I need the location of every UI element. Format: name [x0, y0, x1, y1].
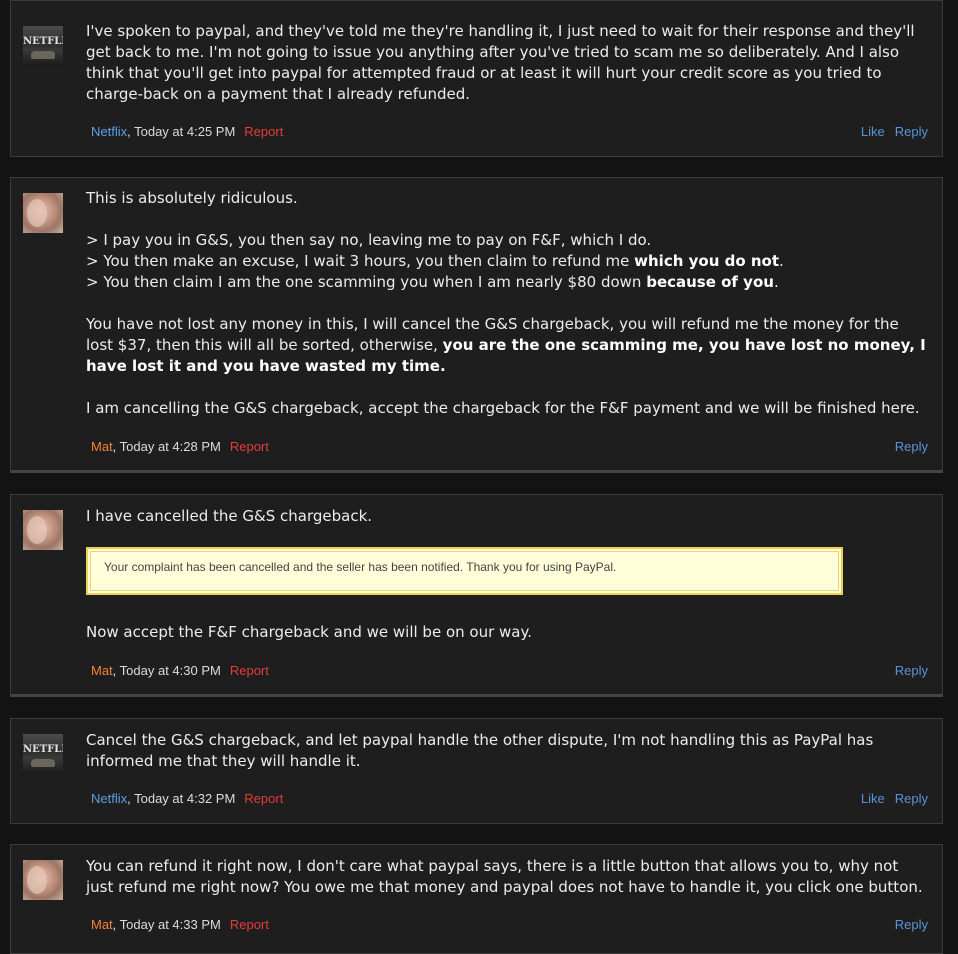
bold-text: which you do not	[634, 252, 780, 270]
reply-link[interactable]: Reply	[895, 791, 928, 806]
author-link[interactable]: Netflix	[91, 791, 127, 806]
post-timestamp[interactable]: , Today at 4:28 PM	[113, 439, 221, 454]
post-timestamp[interactable]: , Today at 4:32 PM	[127, 791, 235, 806]
report-link[interactable]: Report	[230, 439, 269, 454]
bold-text: because of you	[646, 273, 774, 291]
like-link[interactable]: Like	[861, 124, 885, 139]
netflix-logo-text: NETFLIX	[23, 744, 63, 755]
post-timestamp[interactable]: , Today at 4:33 PM	[113, 917, 221, 932]
avatar-netflix[interactable]: NETFLIX	[23, 734, 63, 774]
embedded-screenshot-notice: Your complaint has been cancelled and th…	[86, 547, 843, 595]
post-paragraph: Now accept the F&F chargeback and we wil…	[86, 623, 532, 641]
notice-text: Your complaint has been cancelled and th…	[104, 560, 617, 574]
post-body: You can refund it right now, I don't car…	[86, 856, 930, 898]
like-link[interactable]: Like	[861, 791, 885, 806]
post-meta: Mat, Today at 4:30 PM Report	[91, 663, 269, 678]
avatar-mat[interactable]	[23, 510, 63, 550]
reply-link[interactable]: Reply	[895, 663, 928, 678]
post-paragraph: > I pay you in G&S, you then say no, lea…	[86, 230, 930, 293]
post-actions: Reply	[895, 917, 928, 932]
post-meta: Mat, Today at 4:33 PM Report	[91, 917, 269, 932]
report-link[interactable]: Report	[244, 124, 283, 139]
post-body: I have cancelled the G&S chargeback.	[86, 506, 930, 527]
post-text: Cancel the G&S chargeback, and let paypa…	[86, 731, 874, 770]
post-body: I've spoken to paypal, and they've told …	[86, 21, 930, 105]
avatar-mat[interactable]	[23, 860, 63, 900]
post-text: I've spoken to paypal, and they've told …	[86, 22, 915, 103]
quote-line: > You then claim I am the one scamming y…	[86, 273, 647, 291]
post-actions: Like Reply	[861, 124, 928, 139]
report-link[interactable]: Report	[230, 917, 269, 932]
post-paragraph: I have cancelled the G&S chargeback.	[86, 507, 373, 525]
avatar-netflix[interactable]: NETFLIX	[23, 26, 63, 66]
author-link[interactable]: Mat	[91, 439, 113, 454]
post-meta: Mat, Today at 4:28 PM Report	[91, 439, 269, 454]
netflix-logo-text: NETFLIX	[23, 36, 63, 47]
car-icon	[31, 759, 55, 767]
car-icon	[31, 51, 55, 59]
report-link[interactable]: Report	[244, 791, 283, 806]
quote-line: > You then make an excuse, I wait 3 hour…	[86, 252, 635, 270]
quote-line: > I pay you in G&S, you then say no, lea…	[86, 231, 652, 249]
post-actions: Like Reply	[861, 791, 928, 806]
post-text: You can refund it right now, I don't car…	[86, 857, 923, 896]
post-meta: Netflix, Today at 4:25 PM Report	[91, 124, 283, 139]
post-body: Cancel the G&S chargeback, and let paypa…	[86, 730, 930, 772]
post-mat-3: You can refund it right now, I don't car…	[10, 844, 943, 954]
post-netflix-2: NETFLIX Cancel the G&S chargeback, and l…	[10, 718, 943, 824]
post-timestamp[interactable]: , Today at 4:30 PM	[113, 663, 221, 678]
post-mat-1: This is absolutely ridiculous. > I pay y…	[10, 177, 943, 473]
avatar-photo-icon	[27, 199, 47, 227]
avatar-photo-icon	[27, 516, 47, 544]
post-actions: Reply	[895, 439, 928, 454]
post-paragraph: You have not lost any money in this, I w…	[86, 314, 930, 377]
post-body: This is absolutely ridiculous. > I pay y…	[86, 188, 930, 419]
avatar-mat[interactable]	[23, 193, 63, 233]
post-timestamp[interactable]: , Today at 4:25 PM	[127, 124, 235, 139]
report-link[interactable]: Report	[230, 663, 269, 678]
punctuation: .	[773, 273, 779, 291]
avatar-photo-icon	[27, 866, 47, 894]
post-netflix-1: NETFLIX I've spoken to paypal, and they'…	[10, 0, 943, 157]
reply-link[interactable]: Reply	[895, 124, 928, 139]
post-meta: Netflix, Today at 4:32 PM Report	[91, 791, 283, 806]
post-actions: Reply	[895, 663, 928, 678]
author-link[interactable]: Netflix	[91, 124, 127, 139]
post-paragraph: I am cancelling the G&S chargeback, acce…	[86, 399, 920, 417]
post-body: Now accept the F&F chargeback and we wil…	[86, 622, 930, 643]
reply-link[interactable]: Reply	[895, 917, 928, 932]
post-mat-2: I have cancelled the G&S chargeback. You…	[10, 494, 943, 697]
post-paragraph: This is absolutely ridiculous.	[86, 189, 298, 207]
author-link[interactable]: Mat	[91, 917, 113, 932]
punctuation: .	[779, 252, 784, 270]
author-link[interactable]: Mat	[91, 663, 113, 678]
reply-link[interactable]: Reply	[895, 439, 928, 454]
